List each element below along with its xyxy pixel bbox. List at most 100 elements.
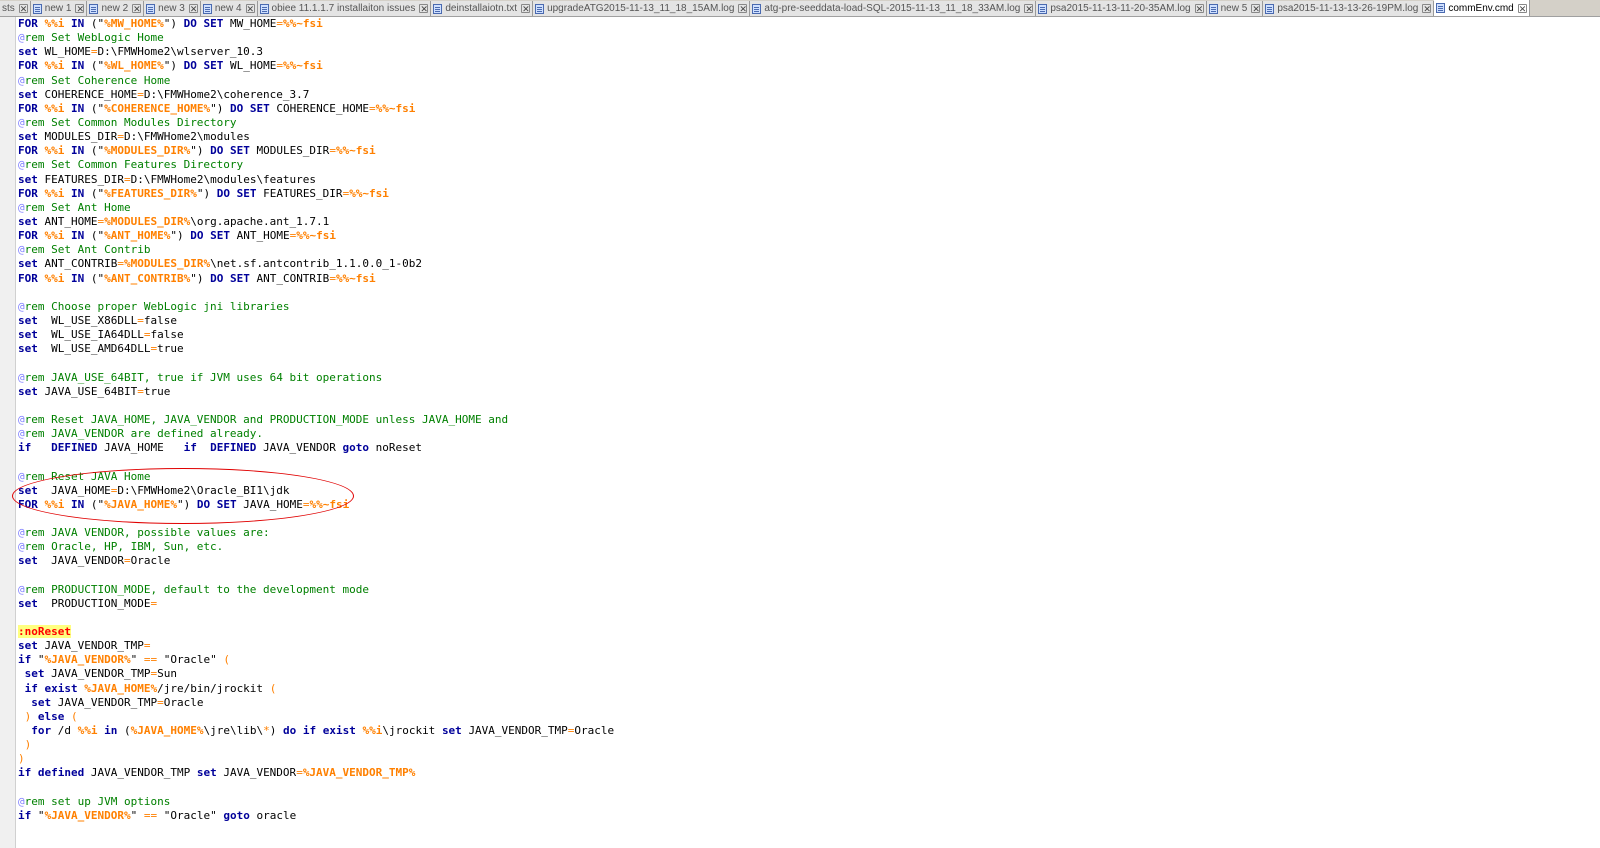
- close-icon[interactable]: ✕: [188, 4, 198, 14]
- code-line[interactable]: [18, 455, 1593, 469]
- code-line[interactable]: @rem Set Common Features Directory: [18, 158, 1593, 172]
- code-line[interactable]: ): [18, 738, 1593, 752]
- tab-4[interactable]: new 4 ✕: [200, 1, 258, 16]
- code-token: @: [18, 412, 25, 426]
- code-line[interactable]: set JAVA_VENDOR_TMP=: [18, 639, 1593, 653]
- code-line[interactable]: set JAVA_VENDOR=Oracle: [18, 554, 1593, 568]
- code-line[interactable]: @rem Set WebLogic Home: [18, 31, 1593, 45]
- code-line[interactable]: @rem Reset JAVA_HOME, JAVA_VENDOR and PR…: [18, 413, 1593, 427]
- code-line[interactable]: set WL_USE_AMD64DLL=true: [18, 342, 1593, 356]
- code-line[interactable]: FOR %%i IN ("%WL_HOME%") DO SET WL_HOME=…: [18, 59, 1593, 73]
- tab-2[interactable]: new 2 ✕: [87, 1, 145, 16]
- tab-8[interactable]: atg-pre-seeddata-load-SQL-2015-11-13_11_…: [750, 1, 1037, 16]
- close-icon[interactable]: ✕: [1517, 3, 1527, 13]
- close-icon[interactable]: ✕: [738, 4, 748, 14]
- code-line[interactable]: set JAVA_VENDOR_TMP=Sun: [18, 667, 1593, 681]
- code-line[interactable]: set WL_HOME=D:\FMWHome2\wlserver_10.3: [18, 45, 1593, 59]
- code-line[interactable]: ) else (: [18, 710, 1593, 724]
- tab-6[interactable]: deinstallaiotn.txt ✕: [431, 1, 534, 16]
- code-token: IN: [64, 497, 91, 511]
- code-line[interactable]: @rem JAVA VENDOR, possible values are:: [18, 526, 1593, 540]
- tab-7[interactable]: upgradeATG2015-11-13_11_18_15AM.log ✕: [533, 1, 751, 16]
- code-line[interactable]: if "%JAVA_VENDOR%" == "Oracle" goto orac…: [18, 809, 1593, 823]
- code-token: FOR: [18, 186, 45, 200]
- code-line[interactable]: ): [18, 752, 1593, 766]
- close-icon[interactable]: ✕: [419, 4, 429, 14]
- close-icon[interactable]: ✕: [18, 4, 28, 14]
- close-icon[interactable]: ✕: [245, 4, 255, 14]
- code-line[interactable]: @rem Set Coherence Home: [18, 74, 1593, 88]
- code-line[interactable]: if DEFINED JAVA_HOME if DEFINED JAVA_VEN…: [18, 441, 1593, 455]
- code-line[interactable]: set WL_USE_IA64DLL=false: [18, 328, 1593, 342]
- code-line[interactable]: FOR %%i IN ("%MODULES_DIR%") DO SET MODU…: [18, 144, 1593, 158]
- code-token: JAVA_VENDOR: [44, 554, 124, 568]
- code-line[interactable]: if exist %JAVA_HOME%/jre/bin/jrockit (: [18, 682, 1593, 696]
- code-line[interactable]: :noReset: [18, 625, 1593, 639]
- code-token: false: [143, 313, 177, 327]
- code-line[interactable]: FOR %%i IN ("%JAVA_HOME%") DO SET JAVA_H…: [18, 498, 1593, 512]
- code-line[interactable]: set ANT_HOME=%MODULES_DIR%\org.apache.an…: [18, 215, 1593, 229]
- close-icon[interactable]: ✕: [521, 4, 531, 14]
- code-line[interactable]: @rem Oracle, HP, IBM, Sun, etc.: [18, 540, 1593, 554]
- code-line[interactable]: [18, 512, 1593, 526]
- code-line[interactable]: [18, 286, 1593, 300]
- code-token: %%~fsi: [296, 229, 336, 243]
- tab-11[interactable]: psa2015-11-13-13-26-19PM.log ✕: [1263, 1, 1435, 16]
- code-token: IN: [64, 101, 91, 115]
- code-line[interactable]: FOR %%i IN ("%FEATURES_DIR%") DO SET FEA…: [18, 187, 1593, 201]
- code-line[interactable]: set JAVA_VENDOR_TMP=Oracle: [18, 696, 1593, 710]
- tab-1[interactable]: new 1 ✕: [30, 1, 88, 16]
- close-icon[interactable]: ✕: [1024, 4, 1034, 14]
- code-editor[interactable]: FOR %%i IN ("%MW_HOME%") DO SET MW_HOME=…: [18, 17, 1593, 848]
- code-line[interactable]: @rem set up JVM options: [18, 795, 1593, 809]
- code-line[interactable]: [18, 356, 1593, 370]
- code-token: "Oracle": [157, 808, 224, 822]
- code-line[interactable]: for /d %%i in (%JAVA_HOME%\jre\lib\*) do…: [18, 724, 1593, 738]
- code-line[interactable]: @rem Set Common Modules Directory: [18, 116, 1593, 130]
- close-icon[interactable]: ✕: [1251, 4, 1261, 14]
- close-icon[interactable]: ✕: [1422, 4, 1432, 14]
- close-icon[interactable]: ✕: [132, 4, 142, 14]
- tab-10[interactable]: new 5 ✕: [1206, 1, 1264, 16]
- code-line[interactable]: [18, 568, 1593, 582]
- code-line[interactable]: set COHERENCE_HOME=D:\FMWHome2\coherence…: [18, 88, 1593, 102]
- code-line[interactable]: set MODULES_DIR=D:\FMWHome2\modules: [18, 130, 1593, 144]
- code-line[interactable]: set ANT_CONTRIB=%MODULES_DIR%\net.sf.ant…: [18, 257, 1593, 271]
- code-line[interactable]: @rem Reset JAVA Home: [18, 470, 1593, 484]
- code-line[interactable]: if defined JAVA_VENDOR_TMP set JAVA_VEND…: [18, 766, 1593, 780]
- code-line[interactable]: FOR %%i IN ("%COHERENCE_HOME%") DO SET C…: [18, 102, 1593, 116]
- code-line[interactable]: @rem Set Ant Home: [18, 201, 1593, 215]
- close-icon[interactable]: ✕: [75, 4, 85, 14]
- code-line[interactable]: set JAVA_USE_64BIT=true: [18, 385, 1593, 399]
- code-line[interactable]: set FEATURES_DIR=D:\FMWHome2\modules\fea…: [18, 173, 1593, 187]
- code-token: set: [18, 483, 45, 497]
- code-line[interactable]: [18, 781, 1593, 795]
- code-line[interactable]: FOR %%i IN ("%MW_HOME%") DO SET MW_HOME=…: [18, 17, 1593, 31]
- code-line[interactable]: @rem Choose proper WebLogic jni librarie…: [18, 300, 1593, 314]
- code-line[interactable]: set WL_USE_X86DLL=false: [18, 314, 1593, 328]
- code-line[interactable]: set JAVA_HOME=D:\FMWHome2\Oracle_BI1\jdk: [18, 484, 1593, 498]
- code-line[interactable]: @rem Set Ant Contrib: [18, 243, 1593, 257]
- tab-label: new 4: [214, 3, 242, 14]
- tab-0[interactable]: sts ✕: [0, 1, 31, 16]
- code-token: COHERENCE_HOME: [276, 101, 370, 115]
- tab-3[interactable]: new 3 ✕: [144, 1, 201, 16]
- tab-9[interactable]: psa2015-11-13-11-20-35AM.log ✕: [1036, 1, 1207, 16]
- tab-12[interactable]: commEnv.cmd ✕: [1434, 0, 1530, 16]
- code-token: "): [176, 497, 197, 511]
- tab-5[interactable]: obiee 11.1.1.7 installaiton issues ✕: [257, 1, 432, 16]
- code-line[interactable]: @rem JAVA_USE_64BIT, true if JVM uses 64…: [18, 371, 1593, 385]
- code-line[interactable]: FOR %%i IN ("%ANT_CONTRIB%") DO SET ANT_…: [18, 272, 1593, 286]
- code-line[interactable]: FOR %%i IN ("%ANT_HOME%") DO SET ANT_HOM…: [18, 229, 1593, 243]
- code-line[interactable]: @rem PRODUCTION_MODE, default to the dev…: [18, 583, 1593, 597]
- code-line[interactable]: set PRODUCTION_MODE=: [18, 597, 1593, 611]
- code-line[interactable]: [18, 611, 1593, 625]
- code-line[interactable]: [18, 399, 1593, 413]
- code-token: ": [37, 808, 45, 822]
- close-icon[interactable]: ✕: [1194, 4, 1204, 14]
- code-token: @: [18, 526, 25, 540]
- code-token: %%~fsi: [335, 144, 376, 158]
- code-line[interactable]: @rem JAVA_VENDOR are defined already.: [18, 427, 1593, 441]
- code-line[interactable]: if "%JAVA_VENDOR%" == "Oracle" (: [18, 653, 1593, 667]
- code-token: ANT_HOME: [44, 214, 98, 228]
